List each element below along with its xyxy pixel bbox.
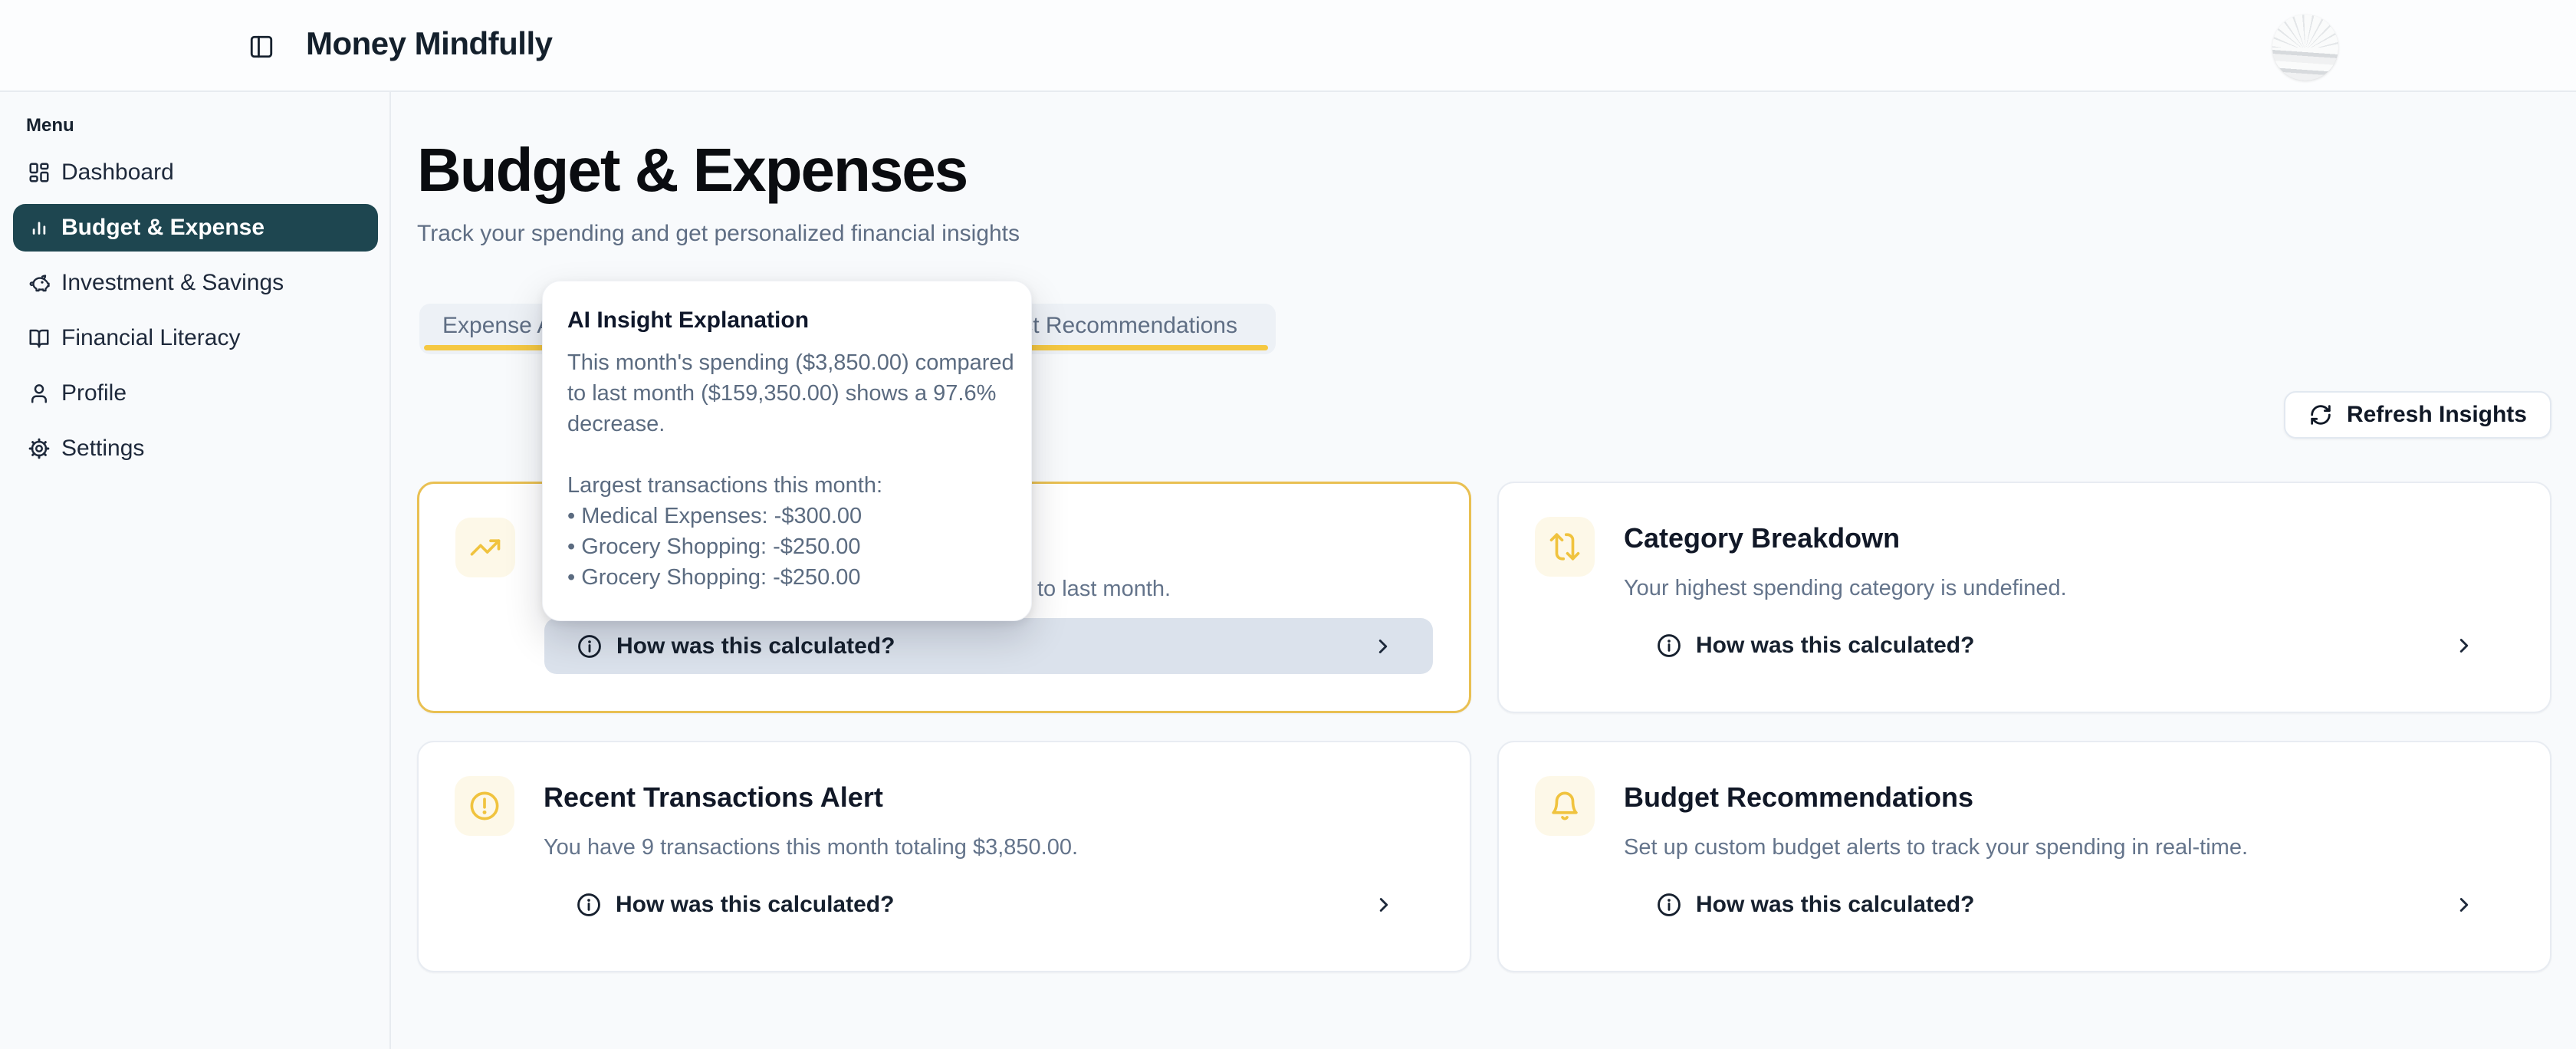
bar-chart-icon: [28, 216, 51, 239]
budget-recommendations-card: Budget Recommendations Set up custom bud…: [1497, 741, 2551, 972]
recent-transactions-card: Recent Transactions Alert You have 9 tra…: [417, 741, 1471, 972]
category-breakdown-card: Category Breakdown Your highest spending…: [1497, 482, 2551, 713]
sidebar-item-investment-savings[interactable]: Investment & Savings: [13, 259, 378, 307]
sidebar-item-settings[interactable]: Settings: [13, 425, 378, 472]
how-calculated-row[interactable]: How was this calculated?: [1624, 617, 2514, 673]
sidebar-item-budget-expense[interactable]: Budget & Expense: [13, 204, 378, 252]
info-icon: [1656, 892, 1682, 918]
tooltip-text-line: This month's spending ($3,850.00) compar…: [567, 347, 1007, 378]
how-calculated-label: How was this calculated?: [1696, 633, 1974, 659]
sidebar-item-financial-literacy[interactable]: Financial Literacy: [13, 314, 378, 362]
page-title: Budget & Expenses: [417, 135, 967, 206]
chevron-right-icon: [1372, 635, 1395, 658]
refresh-icon: [2308, 403, 2333, 427]
sidebar-item-label: Investment & Savings: [61, 270, 284, 296]
tab-expense-analysis[interactable]: Expense A: [442, 304, 552, 348]
sidebar-item-label: Budget & Expense: [61, 215, 264, 241]
card-description: Your highest spending category is undefi…: [1624, 573, 2067, 603]
tooltip-bullet: • Medical Expenses: -$300.00: [567, 501, 1007, 531]
sidebar-item-label: Financial Literacy: [61, 325, 240, 351]
card-icon-badge: [1535, 517, 1595, 577]
sidebar: Menu Dashboard Budget & Expense Inv: [0, 92, 391, 1049]
book-open-icon: [28, 327, 51, 350]
chevron-right-icon: [2453, 634, 2476, 657]
card-description: Set up custom budget alerts to track you…: [1624, 832, 2248, 863]
tab-product-recommendations[interactable]: ct Recommendations: [1021, 304, 1237, 348]
how-calculated-row[interactable]: How was this calculated?: [544, 618, 1433, 674]
card-title: Recent Transactions Alert: [544, 781, 883, 814]
tooltip-text-line: to last month ($159,350.00) shows a 97.6…: [567, 378, 1007, 409]
tooltip-bullet: • Grocery Shopping: -$250.00: [567, 562, 1007, 593]
user-avatar[interactable]: [2272, 15, 2338, 81]
card-title: Budget Recommendations: [1624, 781, 1973, 814]
ai-insight-tooltip: AI Insight Explanation This month's spen…: [542, 281, 1032, 621]
info-icon: [576, 892, 602, 918]
tooltip-bullet: • Grocery Shopping: -$250.00: [567, 531, 1007, 562]
card-icon-badge: [455, 776, 514, 836]
alert-circle-icon: [468, 790, 501, 822]
layout-dashboard-icon: [28, 161, 51, 184]
sidebar-menu-label: Menu: [26, 115, 389, 136]
card-description-fragment: to last month.: [1037, 574, 1171, 604]
chevron-right-icon: [2453, 893, 2476, 916]
sidebar-item-label: Profile: [61, 380, 127, 406]
sidebar-item-dashboard[interactable]: Dashboard: [13, 149, 378, 196]
gear-icon: [28, 437, 51, 460]
chevron-right-icon: [1372, 893, 1395, 916]
tooltip-title: AI Insight Explanation: [567, 307, 1007, 334]
how-calculated-label: How was this calculated?: [616, 633, 895, 659]
app-header: Money Mindfully: [0, 0, 2576, 92]
piggy-bank-icon: [28, 271, 51, 294]
page-subtitle: Track your spending and get personalized…: [417, 221, 1020, 247]
sidebar-item-label: Dashboard: [61, 159, 174, 186]
how-calculated-label: How was this calculated?: [1696, 892, 1974, 918]
how-calculated-label: How was this calculated?: [616, 892, 894, 918]
how-calculated-row[interactable]: How was this calculated?: [544, 876, 1434, 932]
tooltip-text-line: decrease.: [567, 409, 1007, 439]
card-description: You have 9 transactions this month total…: [544, 832, 1078, 863]
info-icon: [577, 633, 603, 659]
sidebar-item-profile[interactable]: Profile: [13, 370, 378, 417]
user-icon: [28, 382, 51, 405]
info-icon: [1656, 633, 1682, 659]
sidebar-toggle-button[interactable]: [248, 34, 274, 60]
how-calculated-row[interactable]: How was this calculated?: [1624, 876, 2514, 932]
tooltip-list-heading: Largest transactions this month:: [567, 470, 1007, 501]
bell-icon: [1549, 790, 1581, 822]
card-icon-badge: [1535, 776, 1595, 836]
app-title: Money Mindfully: [306, 25, 553, 62]
tooltip-paragraph-gap: [567, 439, 1007, 470]
card-title: Category Breakdown: [1624, 521, 1900, 555]
trending-up-icon: [469, 531, 501, 564]
panel-left-icon: [248, 34, 274, 60]
repeat-icon: [1549, 531, 1581, 563]
card-icon-badge: [455, 518, 515, 577]
refresh-insights-button[interactable]: Refresh Insights: [2284, 391, 2551, 439]
sidebar-item-label: Settings: [61, 436, 144, 462]
refresh-insights-label: Refresh Insights: [2347, 402, 2527, 428]
